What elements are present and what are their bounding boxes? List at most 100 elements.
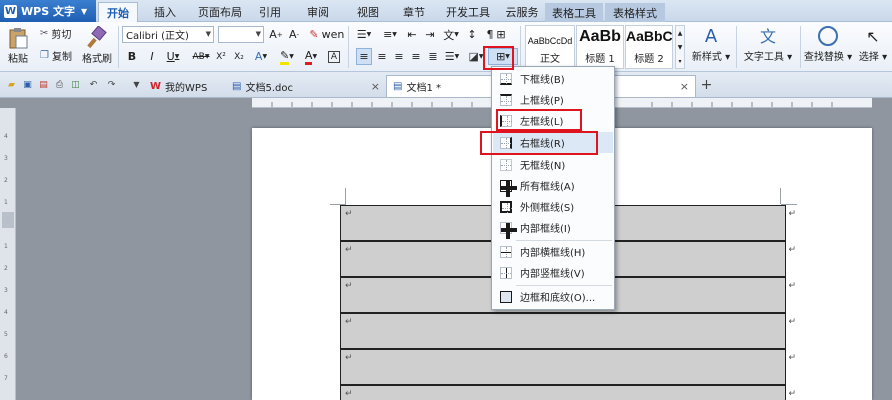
- font-size-select[interactable]: ▼: [218, 26, 264, 43]
- menu-item-inside-borders[interactable]: 内部框线(I): [493, 217, 613, 239]
- styles-scroll[interactable]: ▲ ▼ ▾: [675, 25, 685, 69]
- app-menu-button[interactable]: W WPS 文字 ▼: [0, 0, 96, 22]
- chevron-up-icon: ▲: [677, 29, 683, 37]
- close-icon[interactable]: ×: [371, 80, 380, 93]
- bullets-button[interactable]: ☰ ▼: [352, 26, 376, 43]
- doc-tab-my-wps[interactable]: W 我的WPS: [144, 75, 226, 97]
- outdent-icon[interactable]: ⇤: [404, 26, 420, 43]
- underline-button[interactable]: U ▼: [162, 48, 184, 65]
- menu-item-inside-horizontal-border[interactable]: 内部横框线(H): [493, 241, 613, 262]
- svg-text:6: 6: [4, 353, 8, 360]
- pdf-export-icon[interactable]: ▤: [37, 78, 50, 91]
- format-painter-button[interactable]: 格式刷: [80, 26, 114, 65]
- cut-button[interactable]: ✂ 剪切: [40, 26, 71, 41]
- svg-text:2: 2: [4, 265, 8, 272]
- wps-logo-icon: W: [4, 4, 17, 18]
- strikethrough-button[interactable]: AB ▼: [188, 48, 214, 65]
- document-icon: ▤: [232, 80, 242, 92]
- tab-cloud[interactable]: 云服务: [500, 2, 544, 22]
- text-tools-button[interactable]: 文 文字工具 ▾: [740, 26, 796, 63]
- table-row[interactable]: ↵ ↵: [341, 349, 796, 385]
- bold-button[interactable]: B: [124, 48, 140, 65]
- tab-developer[interactable]: 开发工具: [440, 2, 496, 22]
- numbering-button[interactable]: ≡ ▼: [378, 26, 402, 43]
- clipboard-icon: [9, 28, 28, 49]
- menu-item-no-border[interactable]: 无框线(N): [493, 154, 613, 175]
- menu-item-inside-vertical-border[interactable]: 内部竖框线(V): [493, 262, 613, 283]
- redo-icon[interactable]: ↷: [105, 78, 118, 91]
- tab-insert[interactable]: 插入: [146, 2, 184, 22]
- clear-format-icon[interactable]: ✎: [306, 26, 322, 43]
- ribbon-home: 粘贴 ✂ 剪切 ❐ 复制 格式刷 Calibri (正文) ▼ ▼ A + A- ✎…: [0, 22, 892, 72]
- distribute-icon[interactable]: ≣: [425, 48, 441, 65]
- tab-view[interactable]: 视图: [350, 2, 386, 22]
- border-bottom-icon: [500, 72, 512, 85]
- align-right-icon[interactable]: ≡: [391, 48, 407, 65]
- doc-tab-doc5[interactable]: ▤ 文档5.doc ×: [226, 75, 386, 97]
- line-spacing-button[interactable]: ☰ ▼: [442, 48, 462, 65]
- new-tab-icon[interactable]: +: [700, 77, 713, 93]
- tab-review[interactable]: 审阅: [300, 2, 336, 22]
- highlight-button[interactable]: ✎ ▼: [276, 48, 298, 65]
- justify-icon[interactable]: ≡: [408, 48, 424, 65]
- tab-table-tools[interactable]: 表格工具: [545, 3, 603, 22]
- undo-icon[interactable]: ↶: [87, 78, 100, 91]
- menu-item-all-borders[interactable]: 所有框线(A): [493, 175, 613, 197]
- indent-icon[interactable]: ⇥: [422, 26, 438, 43]
- font-name-select[interactable]: Calibri (正文) ▼: [122, 26, 214, 43]
- new-style-button[interactable]: A 新样式 ▾: [688, 26, 734, 63]
- table-grid-icon[interactable]: ⊞: [494, 26, 508, 43]
- align-left-icon[interactable]: ≡: [356, 48, 372, 65]
- tab-page-layout[interactable]: 页面布局: [192, 2, 248, 22]
- annotation-box-left-border: [496, 109, 582, 131]
- ribbon-separator: [520, 26, 521, 68]
- sort-icon[interactable]: ↕: [464, 26, 480, 43]
- ribbon-separator: [736, 26, 737, 68]
- text-effect-button[interactable]: A ▼: [250, 48, 272, 65]
- title-tab-strip: W WPS 文字 ▼ 开始 插入 页面布局 引用 审阅 视图 章节 开发工具 云…: [0, 0, 892, 22]
- chevron-down-icon: ▼: [677, 43, 683, 51]
- subscript-button[interactable]: X₂: [232, 48, 246, 65]
- save-icon[interactable]: ▣: [21, 78, 34, 91]
- border-inside-vertical-icon: [500, 266, 512, 279]
- ruler-ticks: 4 3 2 1 1 2 3 4 5 6 7: [2, 133, 14, 382]
- preview-icon[interactable]: ◫: [69, 78, 82, 91]
- menu-item-top-border[interactable]: 上框线(P): [493, 89, 613, 110]
- menu-item-borders-and-shading[interactable]: 边框和底纹(O)...: [493, 286, 613, 307]
- border-top-icon: [500, 93, 512, 106]
- italic-button[interactable]: I: [144, 48, 160, 65]
- paste-button[interactable]: 粘贴: [4, 26, 32, 65]
- tab-table-style[interactable]: 表格样式: [605, 3, 665, 22]
- customize-quick-access-icon[interactable]: ▼: [130, 78, 143, 91]
- copy-icon: ❐: [40, 50, 49, 61]
- superscript-button[interactable]: X²: [214, 48, 228, 65]
- vertical-ruler[interactable]: 4 3 2 1 1 2 3 4 5 6 7: [0, 108, 16, 400]
- menu-item-bottom-border[interactable]: 下框线(B): [493, 68, 613, 89]
- annotation-box-borders-button: [483, 46, 514, 70]
- find-replace-button[interactable]: 查找替换 ▾: [802, 26, 854, 63]
- tab-references[interactable]: 引用: [252, 2, 288, 22]
- tab-chapter[interactable]: 章节: [396, 2, 432, 22]
- select-button[interactable]: ↖ 选择 ▾: [856, 26, 890, 63]
- menu-item-outside-borders[interactable]: 外侧框线(S): [493, 196, 613, 217]
- close-icon[interactable]: ×: [680, 80, 689, 93]
- style-heading-1[interactable]: AaBb 标题 1: [576, 25, 624, 69]
- style-heading-2[interactable]: AaBbC 标题 2: [625, 25, 673, 69]
- phonetic-icon[interactable]: wen: [322, 26, 345, 43]
- print-icon[interactable]: ⎙: [53, 78, 66, 91]
- open-folder-icon[interactable]: ▰: [5, 78, 18, 91]
- grow-font-button[interactable]: A +: [268, 26, 284, 43]
- border-outside-icon: [500, 200, 512, 213]
- tab-home[interactable]: 开始: [98, 2, 138, 22]
- char-border-button[interactable]: A: [326, 48, 342, 65]
- shrink-font-button[interactable]: A-: [286, 26, 302, 43]
- table-row[interactable]: ↵ ↵: [341, 385, 796, 400]
- font-color-button[interactable]: A ▼: [300, 48, 322, 65]
- style-normal[interactable]: AaBbCcDd 正文: [525, 25, 575, 69]
- table-row[interactable]: ↵ ↵: [341, 313, 796, 349]
- svg-text:2: 2: [4, 177, 8, 184]
- svg-text:1: 1: [4, 199, 8, 206]
- align-center-icon[interactable]: ≡: [374, 48, 390, 65]
- copy-button[interactable]: ❐ 复制: [40, 48, 72, 63]
- chinese-layout-button[interactable]: 文 ▼: [440, 26, 462, 43]
